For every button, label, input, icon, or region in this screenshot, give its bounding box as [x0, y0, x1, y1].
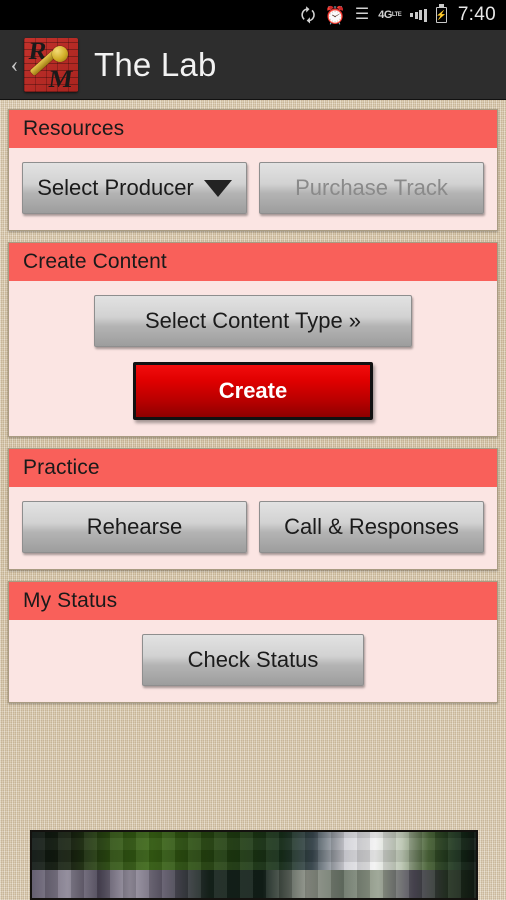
create-button[interactable]: Create	[133, 362, 373, 420]
panel-body-practice: Rehearse Call & Responses	[9, 487, 497, 569]
status-bar-clock: 7:40	[457, 4, 496, 25]
content-area: Resources Select Producer Purchase Track…	[0, 100, 506, 703]
status-bar: 🗘 ⏰ ☰ 4G LTE ⚡ 7:40	[0, 0, 506, 30]
panel-header-create-content: Create Content	[9, 243, 497, 281]
back-chevron-icon[interactable]: ‹	[6, 52, 23, 78]
select-producer-button[interactable]: Select Producer	[22, 162, 247, 214]
call-responses-button[interactable]: Call & Responses	[259, 501, 484, 553]
alarm-clock-icon: ⏰	[324, 5, 346, 25]
signal-bars-icon	[410, 8, 427, 22]
logo-letter-m: M	[47, 65, 75, 92]
panel-practice: Practice Rehearse Call & Responses	[8, 448, 498, 570]
page-title: The Lab	[94, 45, 217, 83]
network-type-label: 4G LTE	[378, 8, 402, 21]
panel-header-practice: Practice	[9, 449, 497, 487]
select-producer-label: Select Producer	[37, 175, 194, 200]
create-label: Create	[218, 378, 288, 403]
panel-body-resources: Select Producer Purchase Track	[9, 148, 497, 230]
bluetooth-icon: 🗘	[300, 5, 316, 25]
advertisement-banner[interactable]	[30, 830, 478, 900]
microphone-head-icon	[52, 45, 68, 62]
network-subtype-text: LTE	[391, 12, 402, 18]
panel-my-status: My Status Check Status	[8, 581, 498, 703]
rehearse-button[interactable]: Rehearse	[22, 501, 247, 553]
panel-header-my-status: My Status	[9, 582, 497, 620]
rehearse-label: Rehearse	[86, 514, 183, 539]
app-screen: 🗘 ⏰ ☰ 4G LTE ⚡ 7:40 ‹ R M The Lab Resourc…	[0, 0, 506, 900]
wifi-icon: ☰	[354, 6, 370, 23]
purchase-track-button[interactable]: Purchase Track	[259, 162, 484, 214]
battery-charging-icon: ⚡	[435, 4, 447, 23]
select-content-type-label: Select Content Type »	[144, 308, 362, 333]
call-responses-label: Call & Responses	[284, 514, 459, 539]
check-status-button[interactable]: Check Status	[142, 634, 364, 686]
panel-create-content: Create Content Select Content Type » Cre…	[8, 242, 498, 437]
app-logo-icon[interactable]: R M	[24, 37, 78, 92]
panel-resources: Resources Select Producer Purchase Track	[8, 109, 498, 231]
network-type-text: 4G	[378, 8, 392, 21]
check-status-label: Check Status	[187, 647, 319, 672]
banner-image-lower	[32, 870, 476, 898]
chevron-down-icon	[203, 179, 232, 197]
action-bar: ‹ R M The Lab	[0, 30, 506, 100]
battery-bolt-glyph: ⚡	[435, 9, 447, 20]
panel-body-my-status: Check Status	[9, 620, 497, 702]
select-content-type-button[interactable]: Select Content Type »	[94, 295, 412, 347]
panel-body-create-content: Select Content Type » Create	[9, 281, 497, 436]
panel-header-resources: Resources	[9, 110, 497, 148]
purchase-track-label: Purchase Track	[295, 175, 448, 200]
